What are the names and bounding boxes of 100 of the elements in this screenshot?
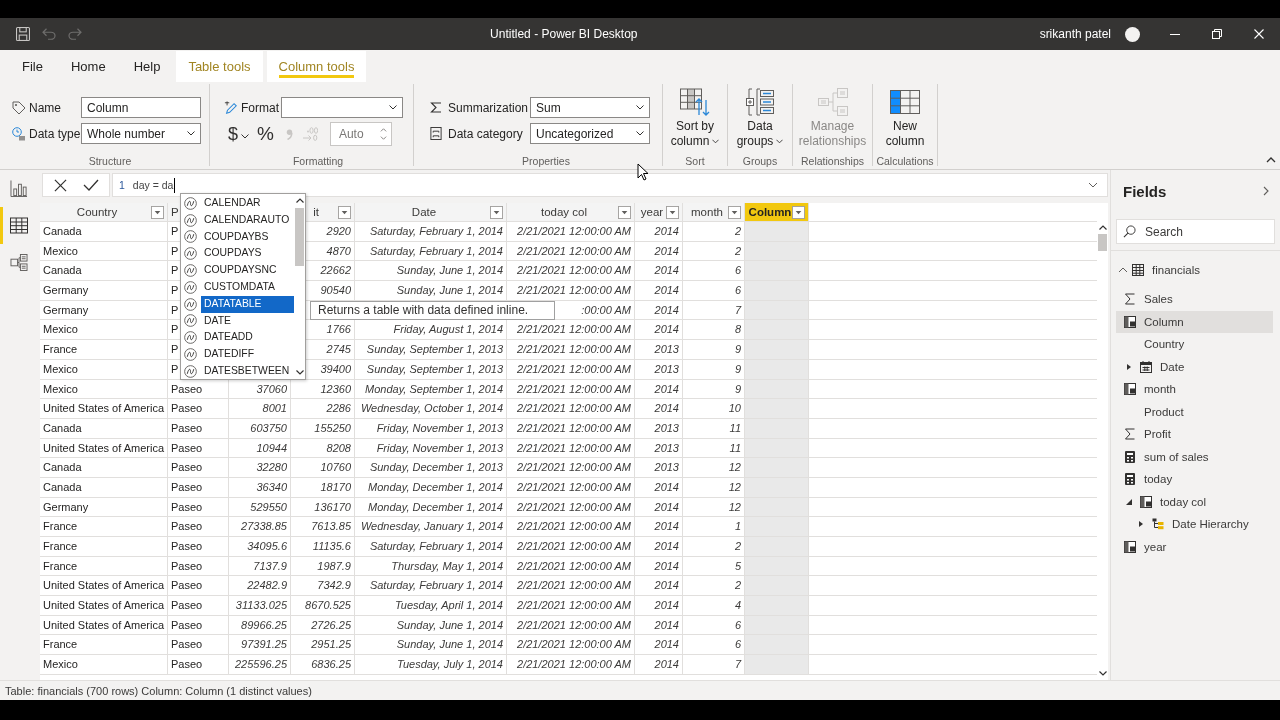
caret-icon[interactable] (636, 131, 644, 136)
field-label: Data type (29, 126, 81, 141)
minimize-icon[interactable] (1170, 33, 1180, 35)
chevron-up-icon[interactable] (1266, 157, 1276, 163)
field-item[interactable]: sum of sales (1116, 445, 1273, 468)
ribbon-tab[interactable]: Home (58, 51, 118, 82)
table-cell: Germany (40, 497, 168, 517)
group-label: Groups (742, 154, 778, 168)
function-icon (184, 230, 197, 244)
field-item[interactable]: financials (1116, 259, 1273, 282)
filter-dropdown-icon[interactable] (338, 205, 351, 219)
field-item[interactable]: Sales (1116, 288, 1273, 311)
table-cell: Wednesday, October 1, 2014 (355, 399, 507, 418)
caret-icon[interactable] (241, 133, 249, 139)
group-label: Properties (522, 154, 570, 168)
check-icon[interactable] (82, 179, 99, 191)
field-item[interactable]: Country (1116, 333, 1273, 356)
field-item[interactable]: Column (1116, 310, 1273, 333)
clock-icon (12, 126, 26, 141)
scrollbar-thumb[interactable] (1098, 234, 1107, 251)
table-cell: 6836.25 (291, 655, 355, 674)
table-cell: France (40, 635, 168, 655)
calculator-icon (1124, 473, 1136, 486)
data-type-dropdown[interactable]: Whole number (81, 123, 201, 144)
ribbon-tab[interactable]: Help (121, 51, 173, 82)
table-cell: France (40, 340, 168, 359)
line-number: 1 (119, 179, 125, 191)
ribbon-tab[interactable]: Column tools (266, 51, 367, 82)
column-header[interactable]: Column (745, 203, 809, 221)
close-icon[interactable] (1254, 29, 1264, 39)
column-header[interactable]: today col (507, 203, 635, 221)
table-cell: 2014 (635, 655, 683, 674)
triangle-right-icon[interactable] (1138, 521, 1144, 528)
currency-button[interactable]: $ (228, 124, 238, 144)
window-title: Untitled - Power BI Desktop (490, 27, 638, 41)
chevron-up-icon[interactable] (1118, 267, 1128, 274)
column-header[interactable]: month (683, 203, 745, 221)
table-cell: 2014 (635, 497, 683, 517)
percent-button[interactable]: % (257, 124, 274, 144)
ribbon-tab[interactable]: File (10, 51, 55, 82)
ribbon-tab[interactable]: Table tools (176, 51, 263, 82)
field-item[interactable]: Profit (1116, 423, 1273, 446)
new-column-button[interactable]: New column (877, 86, 933, 154)
column-header[interactable]: year (635, 203, 683, 221)
filter-dropdown-icon[interactable] (666, 205, 679, 219)
table-cell: 32280 (229, 458, 291, 477)
caret-icon[interactable] (389, 105, 397, 110)
filter-dropdown-icon[interactable] (618, 205, 631, 219)
cancel-icon[interactable] (53, 178, 67, 192)
group-label: Calculations (876, 154, 934, 168)
table-cell: United States of America (40, 399, 168, 418)
column-header[interactable]: P (171, 206, 179, 218)
search-field[interactable]: Search (1116, 219, 1275, 244)
table-column-icon (1124, 315, 1136, 328)
field-item[interactable]: year (1116, 535, 1273, 558)
table-cell: Mexico (40, 241, 168, 261)
summarization-dropdown[interactable]: Sum (530, 97, 650, 118)
table-cell: Paseo (168, 615, 229, 635)
field-item[interactable]: Date (1116, 355, 1273, 378)
field-item[interactable]: Date Hierarchy (1116, 513, 1273, 536)
filter-dropdown-icon[interactable] (151, 205, 164, 219)
table-cell: 11135.6 (291, 537, 355, 556)
scroll-down-icon[interactable] (295, 370, 304, 375)
sort-by-column-button[interactable]: Sort by column (664, 86, 726, 154)
table-icon (10, 217, 28, 234)
filter-dropdown-icon[interactable] (728, 205, 741, 219)
calendar-icon (1140, 360, 1152, 373)
triangle-right-icon[interactable] (1126, 363, 1132, 370)
avatar-icon[interactable] (1125, 26, 1140, 42)
scroll-up-icon[interactable] (295, 198, 304, 203)
field-item[interactable]: Product (1116, 400, 1273, 423)
scroll-up-icon[interactable] (1098, 225, 1107, 230)
save-icon[interactable] (16, 27, 30, 41)
data-category-dropdown[interactable]: Uncategorized (530, 123, 650, 144)
triangle-down-icon[interactable] (1126, 498, 1132, 505)
scroll-down-icon[interactable] (1098, 671, 1107, 676)
autocomplete-item[interactable]: CALENDAR (201, 195, 294, 212)
filter-dropdown-icon[interactable] (490, 205, 503, 219)
autocomplete-item[interactable]: DATATABLE (201, 295, 294, 313)
table-cell: 2/21/2021 12:00:00 AM (507, 497, 635, 517)
chevron-down-icon[interactable] (1088, 182, 1098, 188)
restore-icon[interactable] (1212, 29, 1222, 39)
caret-icon[interactable] (187, 131, 195, 136)
formula-input[interactable]: 1 day = da (112, 173, 1108, 197)
field-item[interactable]: today (1116, 468, 1273, 491)
column-header[interactable]: Date (355, 203, 507, 221)
column-header[interactable]: Country (40, 203, 168, 221)
field-item[interactable]: today col (1116, 490, 1273, 513)
pencil-icon (224, 100, 238, 115)
table-cell: 31133.025 (229, 596, 291, 615)
table-cell: 2014 (635, 241, 683, 261)
chevron-right-icon[interactable] (1263, 186, 1269, 196)
table-cell: Sunday, June 1, 2014 (355, 615, 507, 635)
name-field[interactable]: Column (81, 97, 201, 118)
scrollbar-thumb[interactable] (295, 208, 304, 266)
table-cell: 2/21/2021 12:00:00 AM (507, 418, 635, 438)
field-item[interactable]: month (1116, 378, 1273, 401)
caret-icon[interactable] (636, 105, 644, 110)
filter-dropdown-icon[interactable] (792, 205, 805, 219)
data-groups-button[interactable]: Data groups (731, 86, 789, 154)
